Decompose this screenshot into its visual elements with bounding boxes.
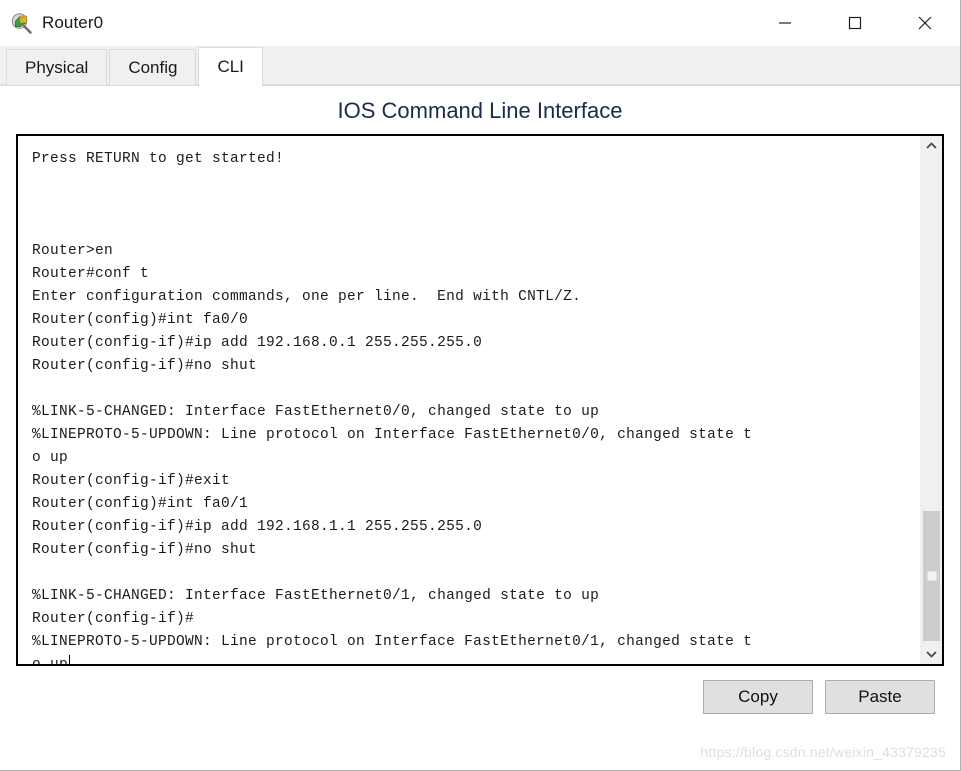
terminal-line: Router(config-if)#no shut — [32, 542, 258, 558]
terminal-line: Router>en — [32, 243, 114, 259]
chevron-down-icon — [926, 651, 937, 658]
terminal-line: Router#conf t — [32, 266, 150, 282]
tab-cli[interactable]: CLI — [198, 47, 263, 86]
title-bar: Router0 — [0, 0, 960, 46]
router-magnifier-icon — [10, 11, 34, 35]
minimize-icon — [779, 22, 791, 24]
terminal-line: Router(config)#int fa0/0 — [32, 312, 249, 328]
terminal-line: o up — [32, 450, 69, 466]
tab-config[interactable]: Config — [109, 49, 197, 85]
window-title: Router0 — [42, 12, 104, 32]
terminal-line: o up — [32, 654, 914, 664]
terminal-output[interactable]: Press RETURN to get started! Router>en Rou… — [18, 136, 920, 664]
footer-actions: Copy Paste — [0, 666, 960, 714]
terminal-line: Router(config)#int fa0/1 — [32, 496, 249, 512]
paste-button-label: Paste — [858, 687, 902, 706]
maximize-button[interactable] — [820, 0, 890, 46]
terminal-container: Press RETURN to get started! Router>en Rou… — [16, 134, 944, 666]
terminal-line: Router(config-if)#ip add 192.168.1.1 255… — [32, 519, 483, 535]
terminal-scrollbar[interactable] — [920, 136, 942, 664]
chevron-up-icon — [926, 142, 937, 149]
scroll-down-button[interactable] — [921, 644, 942, 664]
scrollbar-track[interactable] — [921, 156, 942, 644]
terminal-line: Press RETURN to get started! — [32, 151, 285, 167]
tab-physical[interactable]: Physical — [6, 49, 108, 85]
minimize-button[interactable] — [750, 0, 820, 46]
window-controls — [750, 0, 960, 46]
tab-cli-label: CLI — [217, 56, 244, 76]
scrollbar-thumb[interactable] — [923, 511, 940, 641]
router-cli-window: Router0 Physical Config CLI IOS Command … — [0, 0, 961, 771]
paste-button[interactable]: Paste — [825, 680, 935, 714]
copy-button[interactable]: Copy — [703, 680, 813, 714]
terminal-line: %LINK-5-CHANGED: Interface FastEthernet0… — [32, 404, 600, 420]
terminal-line: Enter configuration commands, one per li… — [32, 289, 582, 305]
close-icon — [918, 16, 932, 30]
terminal-line: Router(config-if)#ip add 192.168.0.1 255… — [32, 335, 483, 351]
scrollbar-grip — [927, 571, 936, 581]
tab-config-label: Config — [128, 57, 178, 77]
tab-strip: Physical Config CLI — [0, 46, 960, 86]
terminal-line: %LINK-5-CHANGED: Interface FastEthernet0… — [32, 588, 600, 604]
terminal-line: Router(config-if)# — [32, 611, 195, 627]
terminal-line: Router(config-if)#exit — [32, 473, 231, 489]
tab-physical-label: Physical — [25, 57, 89, 77]
panel-title: IOS Command Line Interface — [337, 98, 623, 123]
scroll-up-button[interactable] — [921, 136, 942, 156]
watermark: https://blog.csdn.net/weixin_43379235 — [700, 744, 946, 760]
terminal-line: %LINEPROTO-5-UPDOWN: Line protocol on In… — [32, 634, 753, 650]
close-button[interactable] — [890, 0, 960, 46]
maximize-icon — [848, 16, 862, 30]
text-cursor — [69, 655, 71, 664]
terminal-line: %LINEPROTO-5-UPDOWN: Line protocol on In… — [32, 427, 753, 443]
copy-button-label: Copy — [738, 687, 778, 706]
cli-panel: IOS Command Line Interface Press RETURN … — [0, 86, 960, 770]
terminal-line: Router(config-if)#no shut — [32, 358, 258, 374]
